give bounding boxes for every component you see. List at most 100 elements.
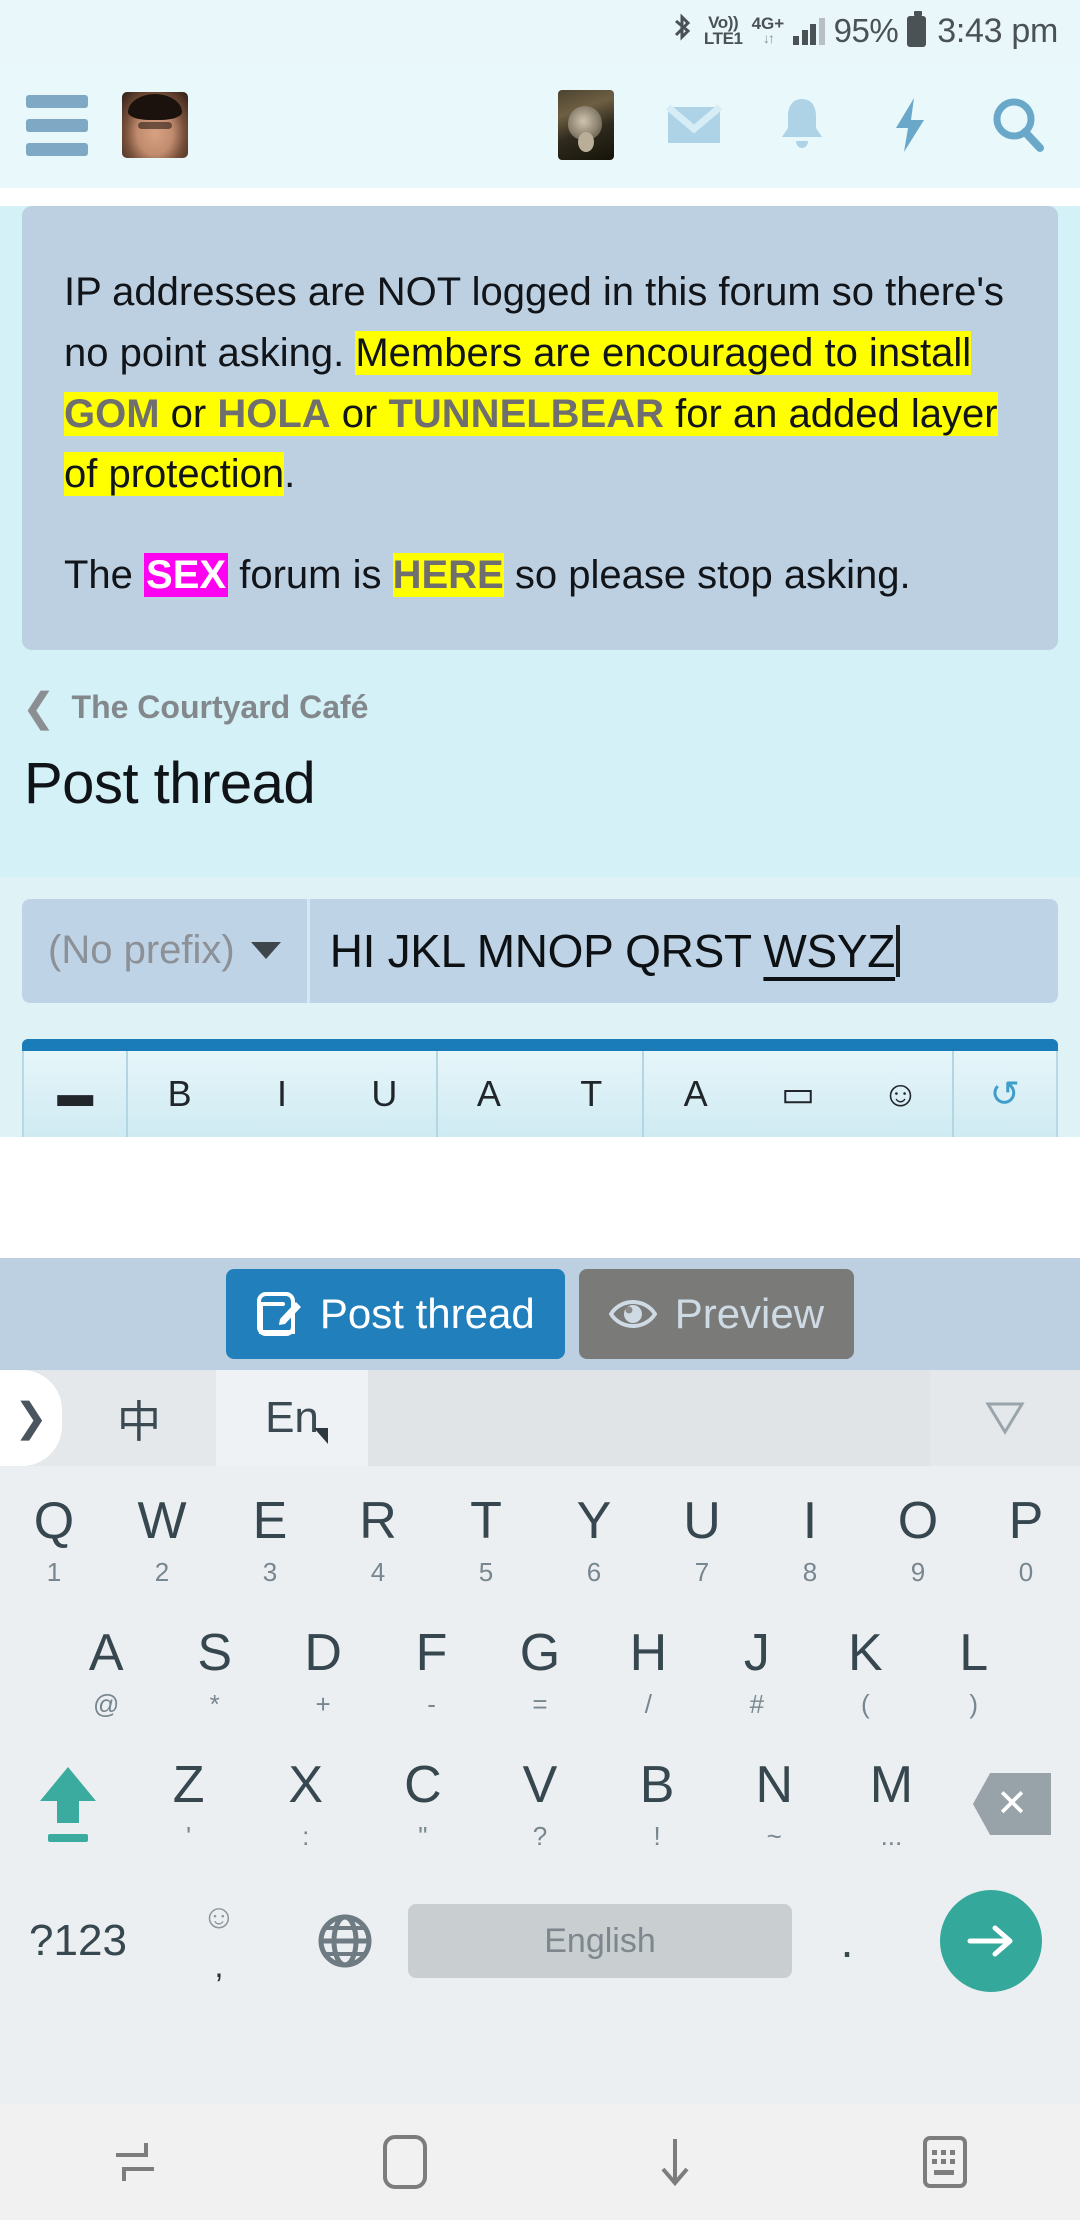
period-key-label: .	[840, 1915, 854, 1967]
key-x-label: X	[288, 1756, 324, 1814]
text-color-icon[interactable]: A	[435, 1050, 540, 1137]
key-c-label: C	[404, 1756, 442, 1814]
lightning-bolt-icon[interactable]	[882, 97, 938, 153]
key-r-label: R	[359, 1492, 397, 1550]
key-f-sub: -	[427, 1689, 436, 1719]
key-d-label: D	[304, 1624, 342, 1682]
key-z[interactable]: Z '	[130, 1738, 247, 1870]
key-q[interactable]: Q1	[0, 1474, 108, 1606]
key-j[interactable]: J #	[703, 1606, 811, 1738]
caret-down-icon	[250, 942, 281, 960]
text-cursor	[896, 924, 901, 977]
bold-icon[interactable]: B	[126, 1050, 230, 1137]
key-y[interactable]: Y6	[540, 1474, 648, 1606]
shift-stem-glyph	[57, 1800, 79, 1823]
page-title: Post thread	[24, 750, 316, 816]
key-o[interactable]: O9	[864, 1474, 972, 1606]
sex-forum-link[interactable]: SEX	[144, 553, 229, 598]
period-key[interactable]: .	[792, 1870, 902, 2012]
key-t-label: T	[470, 1492, 502, 1550]
key-x[interactable]: X:	[247, 1738, 364, 1870]
key-f[interactable]: F-	[377, 1606, 485, 1738]
post-thread-form: (No prefix) HI JKL MNOP QRST WSYZ ▬ B I …	[0, 876, 1080, 1137]
title-spacer	[0, 817, 1080, 877]
tab-english[interactable]: En	[216, 1370, 368, 1466]
key-h[interactable]: H /	[594, 1606, 702, 1738]
notice-period: .	[284, 452, 296, 497]
magnifier-icon[interactable]	[990, 97, 1046, 153]
home-icon[interactable]	[270, 2133, 540, 2191]
shift-arrow-glyph	[40, 1766, 96, 1801]
hamburger-menu-icon[interactable]	[26, 94, 88, 156]
key-r[interactable]: R4	[324, 1474, 432, 1606]
key-i[interactable]: I8	[756, 1474, 864, 1606]
smiley-glyph: ☺	[201, 1898, 237, 1936]
clock: 3:43 pm	[937, 11, 1058, 50]
key-d[interactable]: D +	[269, 1606, 377, 1738]
arrow-down-icon[interactable]	[540, 2135, 810, 2189]
forum-notice: IP addresses are NOT logged in this foru…	[22, 206, 1058, 650]
key-k[interactable]: K(	[811, 1606, 919, 1738]
app-header	[0, 62, 1080, 188]
key-t[interactable]: T5	[432, 1474, 540, 1606]
notice-hl-lead: Members are encouraged to install	[355, 330, 972, 375]
key-a[interactable]: A @	[52, 1606, 160, 1738]
monkey-thumbnail[interactable]	[558, 90, 614, 160]
user-avatar[interactable]	[122, 92, 188, 158]
key-p[interactable]: P0	[972, 1474, 1080, 1606]
thread-title-input[interactable]: HI JKL MNOP QRST WSYZ	[310, 899, 1058, 1003]
underline-icon[interactable]: U	[333, 1051, 435, 1137]
key-m-label: M	[869, 1756, 914, 1814]
key-x-sub: :	[302, 1821, 310, 1851]
post-thread-button[interactable]: Post thread	[225, 1269, 565, 1359]
remove-format-icon[interactable]: ▬	[24, 1051, 126, 1137]
keyboard-icon[interactable]	[810, 2134, 1080, 2190]
undo-icon[interactable]: ↺	[951, 1050, 1056, 1137]
notice-or-1: or	[159, 391, 218, 436]
key-s[interactable]: S *	[160, 1606, 268, 1738]
key-e[interactable]: E3	[216, 1474, 324, 1606]
key-b[interactable]: B!	[599, 1738, 716, 1870]
comma-sub-label: ,	[214, 1948, 224, 1984]
space-key[interactable]: English	[408, 1870, 792, 2012]
key-c[interactable]: C "	[364, 1738, 481, 1870]
key-n[interactable]: N ~	[716, 1738, 833, 1870]
key-e-sub: 3	[262, 1557, 278, 1587]
notice-paragraph-2: The SEX forum is HERE so please stop ask…	[64, 545, 1016, 606]
tab-chinese[interactable]: 中	[62, 1370, 216, 1466]
key-u[interactable]: U7	[648, 1474, 756, 1606]
key-g[interactable]: G =	[486, 1606, 594, 1738]
key-b-label: B	[639, 1756, 675, 1814]
keyboard-language-bar: ❯ 中 En	[0, 1370, 1080, 1466]
backspace-icon[interactable]: ✕	[950, 1738, 1074, 1870]
breadcrumb[interactable]: ❮ The Courtyard Café	[0, 650, 1080, 728]
preview-button[interactable]: Preview	[578, 1269, 855, 1359]
insert-icon[interactable]: A	[642, 1050, 746, 1137]
key-v[interactable]: V?	[481, 1738, 598, 1870]
emoji-smiley-icon[interactable]: ☺ ,	[156, 1870, 282, 2012]
triangle-down-icon[interactable]	[930, 1370, 1080, 1466]
enter-key[interactable]	[902, 1870, 1080, 2012]
language-globe-icon[interactable]	[282, 1870, 408, 2012]
symbols-key[interactable]: ?123	[0, 1870, 156, 2012]
italic-icon[interactable]: I	[231, 1051, 333, 1137]
quote-icon[interactable]: ▭	[747, 1051, 849, 1137]
header-actions	[558, 90, 1046, 160]
key-m[interactable]: M...	[833, 1738, 950, 1870]
title-row: (No prefix) HI JKL MNOP QRST WSYZ	[22, 898, 1058, 1003]
envelope-icon[interactable]	[666, 97, 722, 153]
chevron-right-icon[interactable]: ❯	[0, 1370, 62, 1466]
prefix-select[interactable]: (No prefix)	[22, 898, 310, 1003]
bell-icon[interactable]	[774, 97, 830, 153]
key-z-sub: '	[186, 1821, 192, 1851]
smilie-icon[interactable]: ☺	[849, 1051, 951, 1137]
key-f-label: F	[415, 1624, 448, 1682]
font-size-icon[interactable]: T	[540, 1051, 642, 1137]
shift-caps-lock-icon[interactable]	[6, 1738, 130, 1870]
recents-icon[interactable]	[0, 2135, 270, 2189]
key-l[interactable]: L)	[920, 1606, 1028, 1738]
key-w[interactable]: W2	[108, 1474, 216, 1606]
here-link[interactable]: HERE	[392, 553, 504, 598]
signal-strength-icon	[793, 17, 825, 45]
suggestion-strip[interactable]	[368, 1370, 930, 1466]
